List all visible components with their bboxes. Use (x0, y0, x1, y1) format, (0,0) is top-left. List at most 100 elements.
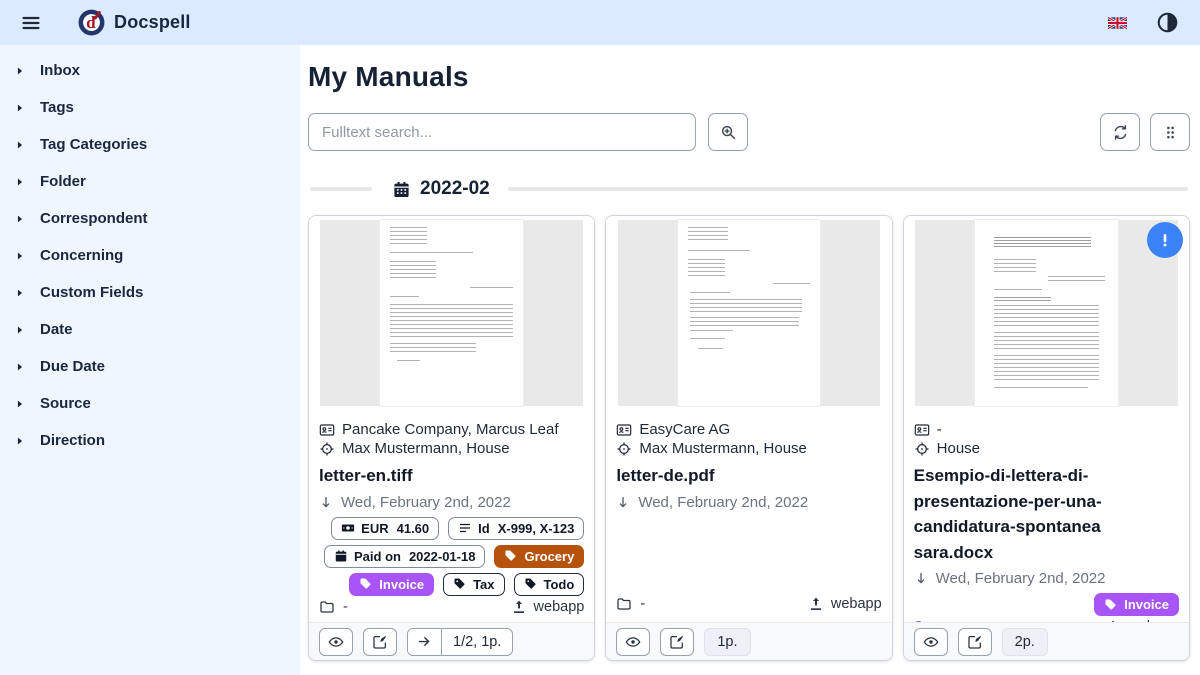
svg-text:d: d (86, 13, 96, 32)
preview-background (915, 220, 975, 406)
language-flag-button[interactable] (1108, 17, 1127, 29)
source-value: webapp (534, 599, 585, 615)
concerning-row: House (914, 440, 1179, 457)
view-menu-button[interactable] (1150, 113, 1190, 151)
arrow-right-icon (417, 634, 432, 649)
uk-flag-icon (1108, 17, 1127, 29)
field-label: Paid on (354, 548, 401, 565)
eye-icon (923, 634, 939, 650)
preview-eye-button[interactable] (914, 628, 948, 656)
folder-source-row: - webapp (616, 593, 881, 618)
item-name[interactable]: letter-en.tiff (319, 463, 584, 489)
preview-text-block (690, 299, 801, 314)
field-value: X-999, X-123 (498, 520, 575, 537)
address-card-icon (914, 422, 930, 438)
calendar-icon (392, 180, 411, 199)
sidebar-item-custom-fields[interactable]: Custom Fields (0, 274, 300, 311)
money-icon (341, 521, 355, 535)
tag-row: Invoice Tax Todo (349, 573, 584, 596)
folder-icon (616, 596, 632, 612)
sidebar-item-folder[interactable]: Folder (0, 163, 300, 200)
preview-eye-button[interactable] (319, 628, 353, 656)
preview-text-block (390, 304, 513, 338)
concerning-row: Max Mustermann, House (616, 440, 881, 457)
preview-text-block (397, 360, 420, 364)
field-label: Id (478, 520, 490, 537)
custom-field-badge-paid[interactable]: Paid on2022-01-18 (324, 545, 485, 568)
preview-text-block (688, 227, 728, 242)
month-group-label: 2022-02 (420, 178, 490, 200)
sidebar-item-inbox[interactable]: Inbox (0, 52, 300, 89)
fulltext-search-input[interactable] (308, 113, 696, 151)
item-date: Wed, February 2nd, 2022 (341, 494, 511, 511)
preview-text-block (690, 330, 733, 334)
preview-text-block (690, 338, 724, 342)
next-page-arrow-button[interactable] (408, 629, 442, 655)
divider-line (310, 187, 372, 191)
sidebar-item-tags[interactable]: Tags (0, 89, 300, 126)
search-submit-button[interactable] (708, 113, 748, 151)
sidebar-item-due-date[interactable]: Due Date (0, 348, 300, 385)
tag-row: EUR41.60 Id X-999, X-123 (331, 517, 584, 540)
folder-source-row: - webapp (319, 596, 584, 621)
document-preview[interactable] (606, 216, 891, 412)
caret-right-icon (15, 139, 25, 151)
concerning-value: House (937, 440, 980, 457)
preview-text-block (773, 283, 810, 287)
custom-field-badge-id[interactable]: Id X-999, X-123 (448, 517, 584, 540)
preview-eye-button[interactable] (616, 628, 650, 656)
preview-page (678, 220, 821, 406)
sidebar-item-date[interactable]: Date (0, 311, 300, 348)
preview-background (820, 220, 880, 406)
correspondent-row: Pancake Company, Marcus Leaf (319, 421, 584, 438)
field-value: 41.60 (397, 520, 430, 537)
preview-background (523, 220, 583, 406)
tag-badge-todo[interactable]: Todo (514, 573, 585, 596)
app-title: Docspell (114, 12, 191, 33)
tag-label: Todo (544, 576, 575, 593)
sidebar-item-source[interactable]: Source (0, 385, 300, 422)
tag-badge-grocery[interactable]: Grocery (494, 545, 584, 568)
tag-badge-tax[interactable]: Tax (443, 573, 504, 596)
caret-right-icon (15, 287, 25, 299)
item-date: Wed, February 2nd, 2022 (936, 570, 1106, 587)
sidebar-item-direction[interactable]: Direction (0, 422, 300, 459)
caret-right-icon (15, 361, 25, 373)
document-preview[interactable] (309, 216, 594, 412)
grid-dots-icon (1162, 124, 1179, 141)
correspondent-row: EasyCare AG (616, 421, 881, 438)
preview-text-block (690, 317, 798, 326)
attention-badge[interactable] (1147, 222, 1183, 258)
tag-label: Tax (473, 576, 494, 593)
app-brand[interactable]: d Docspell (78, 9, 191, 36)
edit-button[interactable] (958, 628, 992, 656)
page-count-label: 2p. (1002, 628, 1048, 656)
dark-mode-toggle[interactable] (1157, 12, 1178, 33)
item-card-body: - House Esempio-di-lettera-di-presentazi… (904, 412, 1189, 622)
tag-badge-invoice[interactable]: Invoice (1094, 593, 1179, 616)
item-name[interactable]: letter-de.pdf (616, 463, 881, 489)
preview-text-block (688, 259, 725, 276)
sidebar-item-concerning[interactable]: Concerning (0, 237, 300, 274)
page-title: My Manuals (308, 61, 1190, 93)
caret-right-icon (15, 398, 25, 410)
sidebar-item-correspondent[interactable]: Correspondent (0, 200, 300, 237)
tag-icon (524, 577, 538, 591)
document-preview[interactable] (904, 216, 1189, 412)
item-date-row: Wed, February 2nd, 2022 (616, 494, 881, 511)
sidebar-item-tag-categories[interactable]: Tag Categories (0, 126, 300, 163)
item-name[interactable]: Esempio-di-lettera-di-presentazione-per-… (914, 463, 1179, 565)
edit-button[interactable] (363, 628, 397, 656)
refresh-button[interactable] (1100, 113, 1140, 151)
tag-icon (453, 577, 467, 591)
eye-icon (328, 634, 344, 650)
tag-badge-invoice[interactable]: Invoice (349, 573, 434, 596)
custom-field-badge-amount[interactable]: EUR41.60 (331, 517, 439, 540)
preview-text-block (390, 343, 476, 352)
preview-text-block (994, 237, 1091, 248)
edit-button[interactable] (660, 628, 694, 656)
preview-text-block (994, 332, 1100, 351)
correspondent-value: Pancake Company, Marcus Leaf (342, 421, 559, 438)
preview-background (320, 220, 380, 406)
menu-toggle-button[interactable] (16, 8, 46, 38)
